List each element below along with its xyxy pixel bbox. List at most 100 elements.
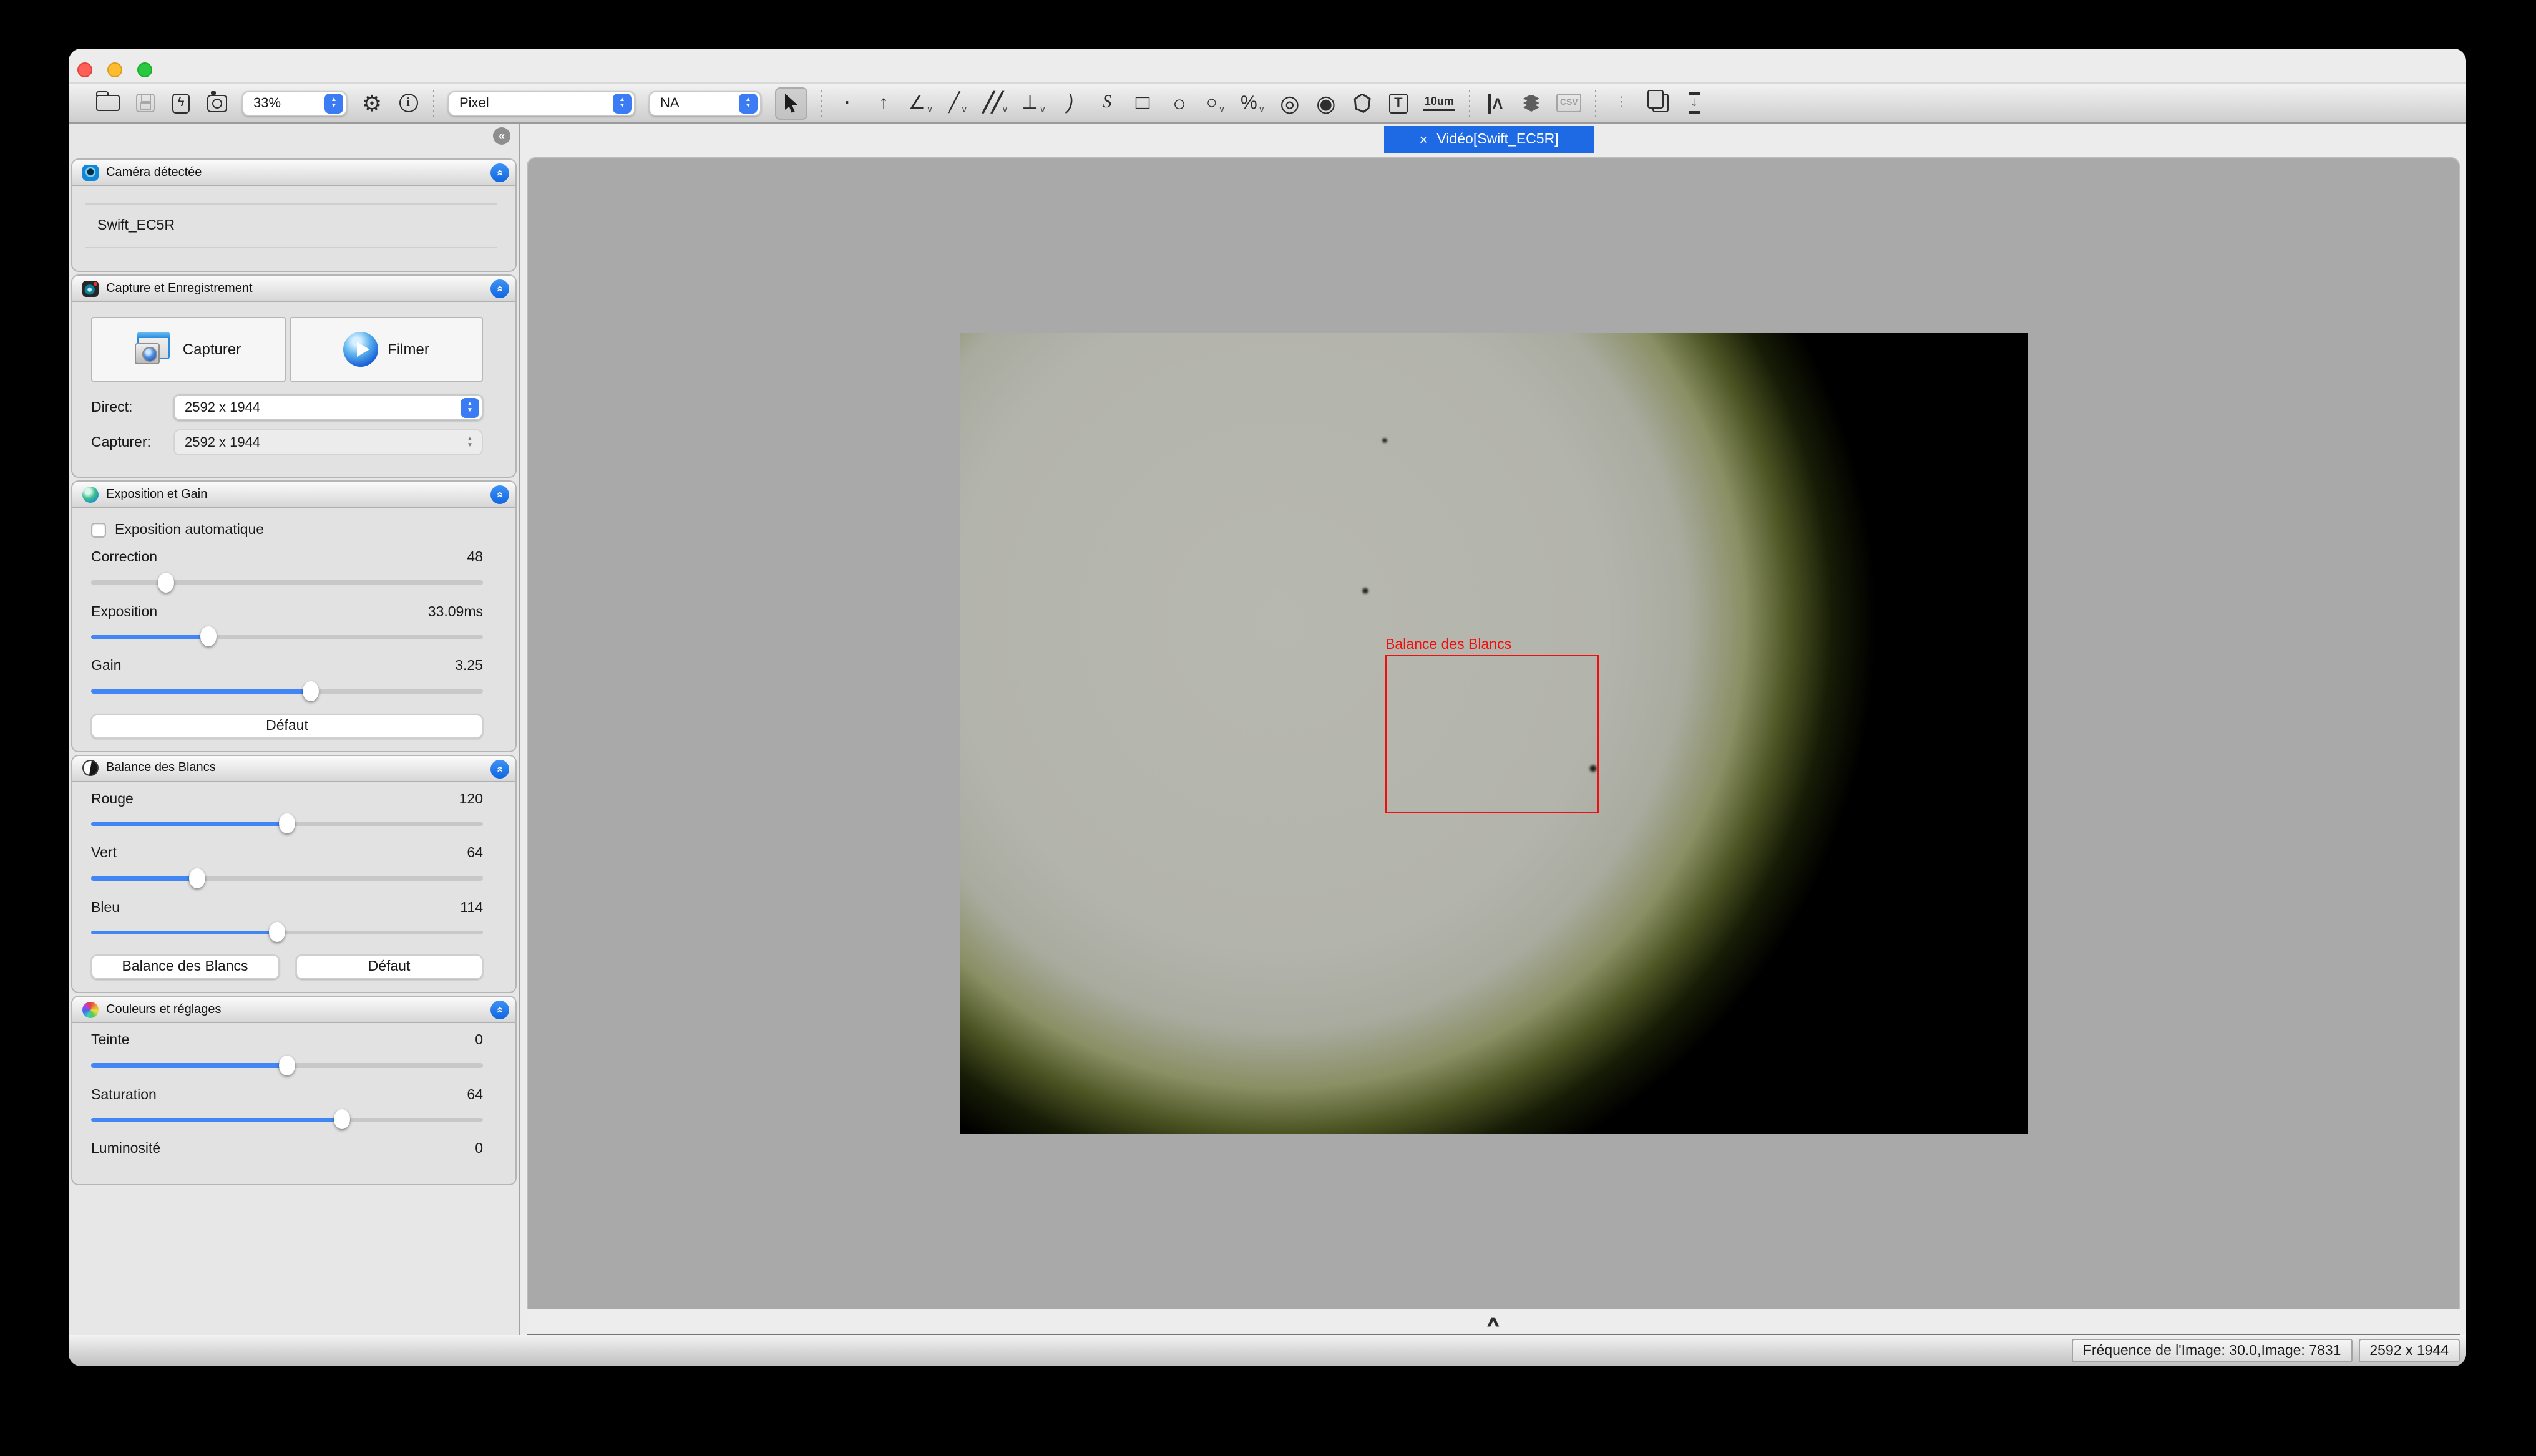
arrow-tool-button[interactable]: ↑: [872, 88, 895, 118]
slider-track[interactable]: [91, 822, 483, 826]
capture-button[interactable]: Capturer: [91, 317, 285, 382]
video-canvas[interactable]: Balance des Blancs: [527, 157, 2460, 1309]
rectangle-tool-button[interactable]: □: [1132, 88, 1154, 118]
panel-couleurs-reglages: Couleurs et réglages « Teinte 0: [71, 996, 517, 1185]
exposure-default-button[interactable]: Défaut: [91, 713, 483, 738]
ellipse-tool-button[interactable]: ○: [1168, 88, 1191, 118]
select-tool-button[interactable]: [775, 87, 807, 119]
record-button[interactable]: Filmer: [289, 317, 483, 382]
camera-list-item[interactable]: Swift_EC5R: [85, 203, 497, 248]
line-tool-button[interactable]: ╱∨: [947, 88, 969, 118]
export-csv-button[interactable]: CSV: [1556, 88, 1582, 118]
panel-header[interactable]: Caméra détectée «: [72, 160, 515, 186]
microscope-live-image[interactable]: Balance des Blancs: [959, 333, 2027, 1134]
magnification-value: NA: [660, 95, 734, 110]
panel-body: Rouge 120 Vert 64: [72, 782, 515, 992]
settings-button[interactable]: ⚙: [361, 88, 383, 118]
point-tool-button[interactable]: ·: [836, 88, 859, 118]
arc-tool-button[interactable]: ): [1060, 88, 1082, 118]
circle-tool-button[interactable]: ○∨: [1204, 88, 1227, 118]
capture-button-label: Capturer: [183, 341, 241, 358]
panel-body: Teinte 0 Saturation 64: [72, 1023, 515, 1184]
angle-tool-button[interactable]: ∠∨: [909, 88, 933, 118]
slider-gain: Gain 3.25: [91, 659, 483, 693]
collapse-panel-button[interactable]: «: [490, 1001, 509, 1019]
white-balance-roi-box[interactable]: Balance des Blancs: [1385, 655, 1599, 813]
save-icon: [135, 94, 154, 112]
white-balance-button[interactable]: Balance des Blancs: [91, 954, 279, 979]
slider-track[interactable]: [91, 876, 483, 880]
slider-label: Rouge: [91, 792, 134, 807]
text-tool-button[interactable]: T: [1387, 88, 1410, 118]
circle-icon: ○: [1206, 94, 1217, 112]
timed-capture-button[interactable]: [206, 88, 228, 118]
slider-track[interactable]: [91, 1117, 483, 1122]
curve-tool-button[interactable]: S: [1096, 88, 1118, 118]
slider-bleu: Bleu 114: [91, 900, 483, 934]
unit-select[interactable]: Pixel ▲▼: [448, 90, 635, 115]
capture-resolution-select[interactable]: 2592 x 1944 ▲▼: [173, 429, 483, 455]
panel-header[interactable]: Balance des Blancs «: [72, 755, 515, 782]
slider-knob[interactable]: [269, 922, 285, 942]
panel-header[interactable]: Exposition et Gain «: [72, 482, 515, 508]
slider-knob[interactable]: [279, 1055, 295, 1075]
slider-knob[interactable]: [157, 572, 173, 592]
collapse-panel-button[interactable]: «: [490, 759, 509, 778]
sidebar-collapse-button[interactable]: «: [493, 127, 510, 145]
slider-label: Exposition: [91, 604, 157, 619]
live-resolution-select[interactable]: 2592 x 1944 ▲▼: [173, 394, 483, 420]
duplicate-button[interactable]: [1647, 88, 1669, 118]
magnification-select[interactable]: NA ▲▼: [649, 90, 761, 115]
scalebar-icon: 10um: [1423, 95, 1455, 111]
dust-speck: [1362, 587, 1369, 593]
slider-track[interactable]: [91, 689, 483, 693]
slider-track[interactable]: [91, 580, 483, 585]
info-button[interactable]: i: [397, 88, 419, 118]
annulus-tool-button[interactable]: ◎: [1279, 88, 1301, 118]
slider-knob[interactable]: [189, 868, 205, 888]
export-image-button[interactable]: ↓: [1683, 88, 1705, 118]
slider-saturation: Saturation 64: [91, 1087, 483, 1122]
auto-exposure-checkbox[interactable]: [91, 523, 106, 538]
collapse-panel-button[interactable]: «: [490, 279, 509, 298]
save-button[interactable]: [134, 88, 156, 118]
stepper-icon: ▲▼: [613, 93, 632, 113]
white-balance-roi-label: Balance des Blancs: [1385, 638, 1511, 653]
zoom-window-button[interactable]: [137, 62, 152, 77]
slider-label: Bleu: [91, 900, 120, 915]
layers-button[interactable]: [1520, 88, 1543, 118]
panel-header[interactable]: Capture et Enregistrement «: [72, 276, 515, 302]
chevron-down-icon: ∨: [1002, 104, 1008, 118]
quick-record-button[interactable]: ϟ: [170, 88, 192, 118]
scalebar-tool-button[interactable]: 10um: [1423, 88, 1455, 118]
bottom-panel-toggle[interactable]: ∧: [527, 1309, 2460, 1335]
minimize-window-button[interactable]: [107, 62, 122, 77]
perpendicular-tool-button[interactable]: ⊥∨: [1022, 88, 1046, 118]
slider-track[interactable]: [91, 634, 483, 639]
slider-teinte: Teinte 0: [91, 1033, 483, 1067]
target-tool-button[interactable]: ◉: [1315, 88, 1337, 118]
slider-knob[interactable]: [279, 813, 295, 833]
slider-knob[interactable]: [334, 1109, 350, 1129]
panel-camera-detectee: Caméra détectée « Swift_EC5R: [71, 158, 517, 272]
slider-knob[interactable]: [200, 626, 217, 646]
collapse-panel-button[interactable]: «: [490, 485, 509, 504]
open-file-button[interactable]: [96, 88, 120, 118]
polygon-tool-button[interactable]: [1351, 88, 1373, 118]
close-window-button[interactable]: [77, 62, 92, 77]
slider-track[interactable]: [91, 1063, 483, 1067]
camera-icon: [82, 164, 99, 180]
linked-circles-tool-button[interactable]: %∨: [1241, 88, 1265, 118]
panel-header[interactable]: Couleurs et réglages «: [72, 997, 515, 1023]
wb-default-button[interactable]: Défaut: [295, 954, 483, 979]
close-tab-icon[interactable]: ×: [1419, 131, 1428, 148]
slider-track[interactable]: [91, 930, 483, 934]
main-area: × Vidéo[Swift_EC5R] Balance des Blancs: [520, 124, 2466, 1335]
panel-body: Capturer Filmer Direct: 2592 x 1944: [72, 302, 515, 477]
measure-tool-button[interactable]: Λ: [1484, 88, 1506, 118]
collapse-panel-button[interactable]: «: [490, 163, 509, 182]
slider-knob[interactable]: [303, 681, 319, 701]
tab-video[interactable]: × Vidéo[Swift_EC5R]: [1384, 126, 1594, 153]
parallel-tool-button[interactable]: ╱╱∨: [983, 88, 1008, 118]
zoom-level-select[interactable]: 33% ▲▼: [242, 90, 347, 115]
